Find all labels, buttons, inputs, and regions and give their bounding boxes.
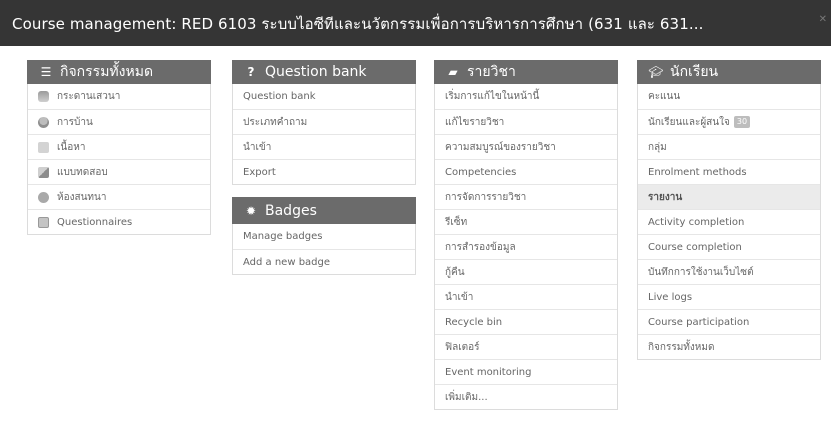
qb-question-types[interactable]: ประเภทคำถาม <box>233 109 415 134</box>
column-activities: ☰ กิจกรรมทั้งหมด กระดานเสวนา การบ้าน เนื… <box>27 60 211 247</box>
course-backup[interactable]: การสำรองข้อมูล <box>435 234 617 259</box>
course-title: รายวิชา <box>467 64 516 80</box>
course-competencies[interactable]: Competencies <box>435 159 617 184</box>
chat-icon <box>38 191 49 203</box>
students-enrolment-methods[interactable]: Enrolment methods <box>638 159 820 184</box>
close-icon[interactable]: ✕ <box>819 14 827 25</box>
quiz-icon <box>38 166 49 178</box>
students-header: 🎓︎ นักเรียน <box>637 60 821 84</box>
modal-header: Course management: RED 6103 ระบบไอซีทีแล… <box>0 0 831 46</box>
qb-question-bank[interactable]: Question bank <box>233 84 415 109</box>
qb-export[interactable]: Export <box>233 159 415 184</box>
page-icon <box>38 141 49 153</box>
course-event-monitoring[interactable]: Event monitoring <box>435 359 617 384</box>
students-live-logs[interactable]: Live logs <box>638 284 820 309</box>
students-title: นักเรียน <box>670 64 719 80</box>
list-icon: ☰ <box>40 65 52 79</box>
book-icon: ▰ <box>448 65 458 79</box>
course-filters[interactable]: ฟิลเตอร์ <box>435 334 617 359</box>
questionnaire-icon <box>38 216 49 228</box>
column-question-bank: ? Question bank Question bank ประเภทคำถา… <box>232 60 416 287</box>
students-logs[interactable]: บันทึกการใช้งานเว็บไซต์ <box>638 259 820 284</box>
students-course-completion[interactable]: Course completion <box>638 234 820 259</box>
modal-title: Course management: RED 6103 ระบบไอซีทีแล… <box>12 15 704 33</box>
course-reset[interactable]: รีเซ็ท <box>435 209 617 234</box>
badges-block: ✹ Badges Manage badges Add a new badge <box>232 197 416 275</box>
students-course-participation[interactable]: Course participation <box>638 309 820 334</box>
students-groups[interactable]: กลุ่ม <box>638 134 820 159</box>
course-management[interactable]: การจัดการรายวิชา <box>435 184 617 209</box>
add-badge-link[interactable]: Add a new badge <box>233 249 415 274</box>
question-bank-title: Question bank <box>265 64 367 80</box>
badge-icon: ✹ <box>245 203 257 218</box>
activity-page[interactable]: เนื้อหา <box>28 134 210 159</box>
course-header: ▰ รายวิชา <box>434 60 618 84</box>
students-activity-completion[interactable]: Activity completion <box>638 209 820 234</box>
assignment-icon <box>38 116 49 128</box>
students-block: 🎓︎ นักเรียน คะแนน นักเรียนและผู้สนใจ 30 ก… <box>637 60 821 360</box>
activity-quiz[interactable]: แบบทดสอบ <box>28 159 210 184</box>
forum-icon <box>38 91 49 102</box>
question-bank-header: ? Question bank <box>232 60 416 84</box>
students-grades[interactable]: คะแนน <box>638 84 820 109</box>
course-turn-editing-on[interactable]: เริ่มการแก้ไขในหน้านี้ <box>435 84 617 109</box>
participants-count-badge: 30 <box>733 116 751 128</box>
students-activity-report[interactable]: กิจกรรมทั้งหมด <box>638 334 820 359</box>
question-bank-block: ? Question bank Question bank ประเภทคำถา… <box>232 60 416 185</box>
course-restore[interactable]: กู้คืน <box>435 259 617 284</box>
column-students: 🎓︎ นักเรียน คะแนน นักเรียนและผู้สนใจ 30 ก… <box>637 60 821 372</box>
course-completion-settings[interactable]: ความสมบูรณ์ของรายวิชา <box>435 134 617 159</box>
activity-forum[interactable]: กระดานเสวนา <box>28 84 210 109</box>
activities-header: ☰ กิจกรรมทั้งหมด <box>27 60 211 84</box>
students-participants[interactable]: นักเรียนและผู้สนใจ 30 <box>638 109 820 134</box>
activity-chat[interactable]: ห้องสนทนา <box>28 184 210 209</box>
question-icon: ? <box>247 65 255 79</box>
badges-header: ✹ Badges <box>232 197 416 224</box>
course-recycle-bin[interactable]: Recycle bin <box>435 309 617 334</box>
activities-title: กิจกรรมทั้งหมด <box>60 64 154 80</box>
manage-badges-link[interactable]: Manage badges <box>233 224 415 249</box>
column-course: ▰ รายวิชา เริ่มการแก้ไขในหน้านี้ แก้ไขรา… <box>434 60 618 422</box>
course-import[interactable]: นำเข้า <box>435 284 617 309</box>
graduation-cap-icon: 🎓︎ <box>648 65 664 79</box>
course-block: ▰ รายวิชา เริ่มการแก้ไขในหน้านี้ แก้ไขรา… <box>434 60 618 410</box>
badges-title: Badges <box>265 202 317 219</box>
activity-questionnaires[interactable]: Questionnaires <box>28 209 210 234</box>
course-edit-settings[interactable]: แก้ไขรายวิชา <box>435 109 617 134</box>
students-reports[interactable]: รายงาน <box>638 184 820 209</box>
course-more[interactable]: เพิ่มเติม... <box>435 384 617 409</box>
activities-block: ☰ กิจกรรมทั้งหมด กระดานเสวนา การบ้าน เนื… <box>27 60 211 235</box>
activity-assignment[interactable]: การบ้าน <box>28 109 210 134</box>
qb-import[interactable]: นำเข้า <box>233 134 415 159</box>
